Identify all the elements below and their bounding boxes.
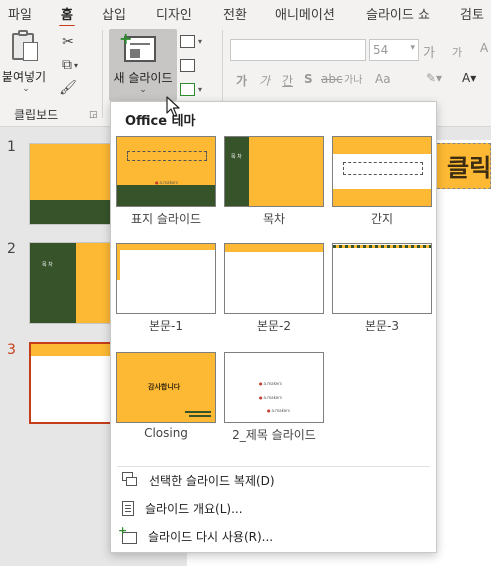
duplicate-slide-label: 선택한 슬라이드 복제(D) bbox=[149, 473, 275, 488]
slide-number: 2 bbox=[7, 241, 16, 257]
layout-name: Closing bbox=[144, 426, 188, 440]
reuse-slides-label: 슬라이드 다시 사용(R)... bbox=[148, 529, 274, 544]
tab-home[interactable]: 홈 bbox=[59, 4, 75, 28]
slide-thumbnail-pane: 1 2 목 차 3 bbox=[0, 127, 128, 566]
layout-logo: a.makers bbox=[259, 381, 282, 386]
title-placeholder-text: 클릭 bbox=[447, 154, 491, 182]
layout-logo: a.makers bbox=[155, 180, 178, 185]
layout-text: 목 차 bbox=[231, 154, 242, 160]
layout-title-slide[interactable]: a.makers 표지 슬라이드 bbox=[116, 136, 216, 226]
font-name-combobox[interactable] bbox=[230, 39, 366, 61]
underline-button[interactable]: 간 bbox=[282, 72, 293, 89]
section-button[interactable]: ▾ bbox=[180, 80, 210, 99]
slide-number-active: 3 bbox=[7, 342, 16, 358]
chevron-down-icon: ⌄ bbox=[139, 85, 147, 95]
char-spacing-button[interactable]: 가나 bbox=[344, 71, 362, 86]
font-color-icon[interactable]: A▾ bbox=[462, 71, 476, 85]
strikethrough-icon[interactable]: abc bbox=[321, 72, 343, 86]
tab-file[interactable]: 파일 bbox=[8, 4, 32, 23]
shadow-button[interactable]: S bbox=[304, 72, 313, 86]
theme-title: Office 테마 bbox=[125, 114, 196, 129]
reset-button[interactable] bbox=[180, 56, 210, 75]
layout-body-3[interactable]: 본문-3 bbox=[332, 243, 432, 333]
title-placeholder[interactable]: 클릭 bbox=[432, 143, 491, 189]
cut-icon[interactable]: ✂ bbox=[57, 32, 79, 52]
tab-slideshow[interactable]: 슬라이드 쇼 bbox=[366, 4, 430, 23]
shrink-font-button[interactable]: 가 bbox=[452, 44, 462, 60]
layout-section-divider[interactable]: 간지 bbox=[332, 136, 432, 226]
grow-font-button[interactable]: 가 bbox=[423, 42, 435, 61]
clipboard-group: 붙여넣기 ⌄ ✂ ⧉ ▾ 🖌 클립보드 ◲ bbox=[0, 26, 101, 126]
tab-insert[interactable]: 삽입 bbox=[102, 4, 126, 23]
bold-button[interactable]: 가 bbox=[236, 72, 247, 89]
layout-body-1[interactable]: 본문-1 bbox=[116, 243, 216, 333]
layout-table-of-contents[interactable]: 목 차 목차 bbox=[224, 136, 324, 226]
clipboard-group-label: 클립보드 bbox=[14, 108, 59, 122]
dialog-launcher-icon[interactable]: ◲ bbox=[89, 110, 98, 120]
chevron-down-icon: ▾ bbox=[410, 43, 415, 53]
tab-transitions[interactable]: 전환 bbox=[223, 4, 247, 23]
reuse-slides-icon bbox=[118, 524, 137, 544]
mouse-pointer-icon bbox=[166, 96, 180, 117]
layout-body-2[interactable]: 본문-2 bbox=[224, 243, 324, 333]
italic-button[interactable]: 가 bbox=[259, 72, 270, 89]
duplicate-slide-icon bbox=[122, 472, 138, 488]
layout-name: 본문-3 bbox=[364, 319, 400, 333]
font-size-combobox[interactable]: 54 ▾ bbox=[369, 39, 419, 61]
clear-format-icon[interactable]: A bbox=[480, 41, 488, 55]
layout-button[interactable]: ▾ bbox=[180, 32, 210, 51]
new-slide-label: 새 슬라이드 bbox=[113, 71, 173, 85]
slide-2-title: 목 차 bbox=[42, 262, 53, 268]
slide-outline-menu-item[interactable]: 슬라이드 개요(L)... bbox=[111, 495, 436, 521]
ribbon-tab-bar: 파일 홈 삽입 디자인 전환 애니메이션 슬라이드 쇼 검토 bbox=[0, 0, 491, 28]
layout-name: 본문-1 bbox=[148, 319, 184, 333]
plus-icon: + bbox=[119, 29, 133, 48]
paste-label: 붙여넣기 bbox=[1, 70, 47, 84]
chevron-down-icon: ⌄ bbox=[22, 84, 30, 94]
duplicate-slide-menu-item[interactable]: 선택한 슬라이드 복제(D) bbox=[111, 467, 436, 493]
layout-name: 표지 슬라이드 bbox=[130, 212, 202, 226]
new-slide-button[interactable]: + 새 슬라이드 ⌄ bbox=[109, 29, 177, 101]
tab-review[interactable]: 검토 bbox=[460, 4, 484, 23]
format-painter-icon[interactable]: 🖌 bbox=[57, 78, 79, 98]
highlight-icon[interactable]: ✎▾ bbox=[426, 71, 442, 85]
layout-title-slide-2[interactable]: a.makers a.makers a.makers 2_제목 슬라이드 bbox=[224, 352, 324, 442]
copy-icon[interactable]: ⧉ ▾ bbox=[56, 55, 84, 75]
layout-text: 감사합니다 bbox=[148, 383, 181, 391]
layout-logo: a.makers bbox=[259, 395, 282, 400]
paste-button[interactable]: 붙여넣기 ⌄ bbox=[2, 30, 48, 104]
new-slide-layout-dropdown: Office 테마 a.makers 표지 슬라이드 목 차 목차 간지 bbox=[110, 101, 437, 553]
layout-logo: a.makers bbox=[267, 408, 290, 413]
slide-number: 1 bbox=[7, 139, 16, 155]
tab-animations[interactable]: 애니메이션 bbox=[275, 4, 335, 23]
layout-name: 본문-2 bbox=[256, 319, 292, 333]
layout-name: 간지 bbox=[370, 212, 394, 226]
font-size-value: 54 bbox=[373, 43, 389, 57]
layout-name: 2_제목 슬라이드 bbox=[232, 428, 316, 442]
slide-outline-label: 슬라이드 개요(L)... bbox=[145, 501, 243, 516]
reuse-slides-menu-item[interactable]: 슬라이드 다시 사용(R)... bbox=[111, 523, 436, 549]
group-divider bbox=[102, 30, 103, 118]
tab-design[interactable]: 디자인 bbox=[156, 4, 192, 23]
change-case-button[interactable]: Aa bbox=[375, 72, 391, 86]
outline-icon bbox=[122, 500, 134, 516]
paste-icon bbox=[11, 30, 41, 62]
layout-closing[interactable]: 감사합니다 Closing bbox=[116, 352, 216, 440]
layout-name: 목차 bbox=[262, 212, 286, 226]
